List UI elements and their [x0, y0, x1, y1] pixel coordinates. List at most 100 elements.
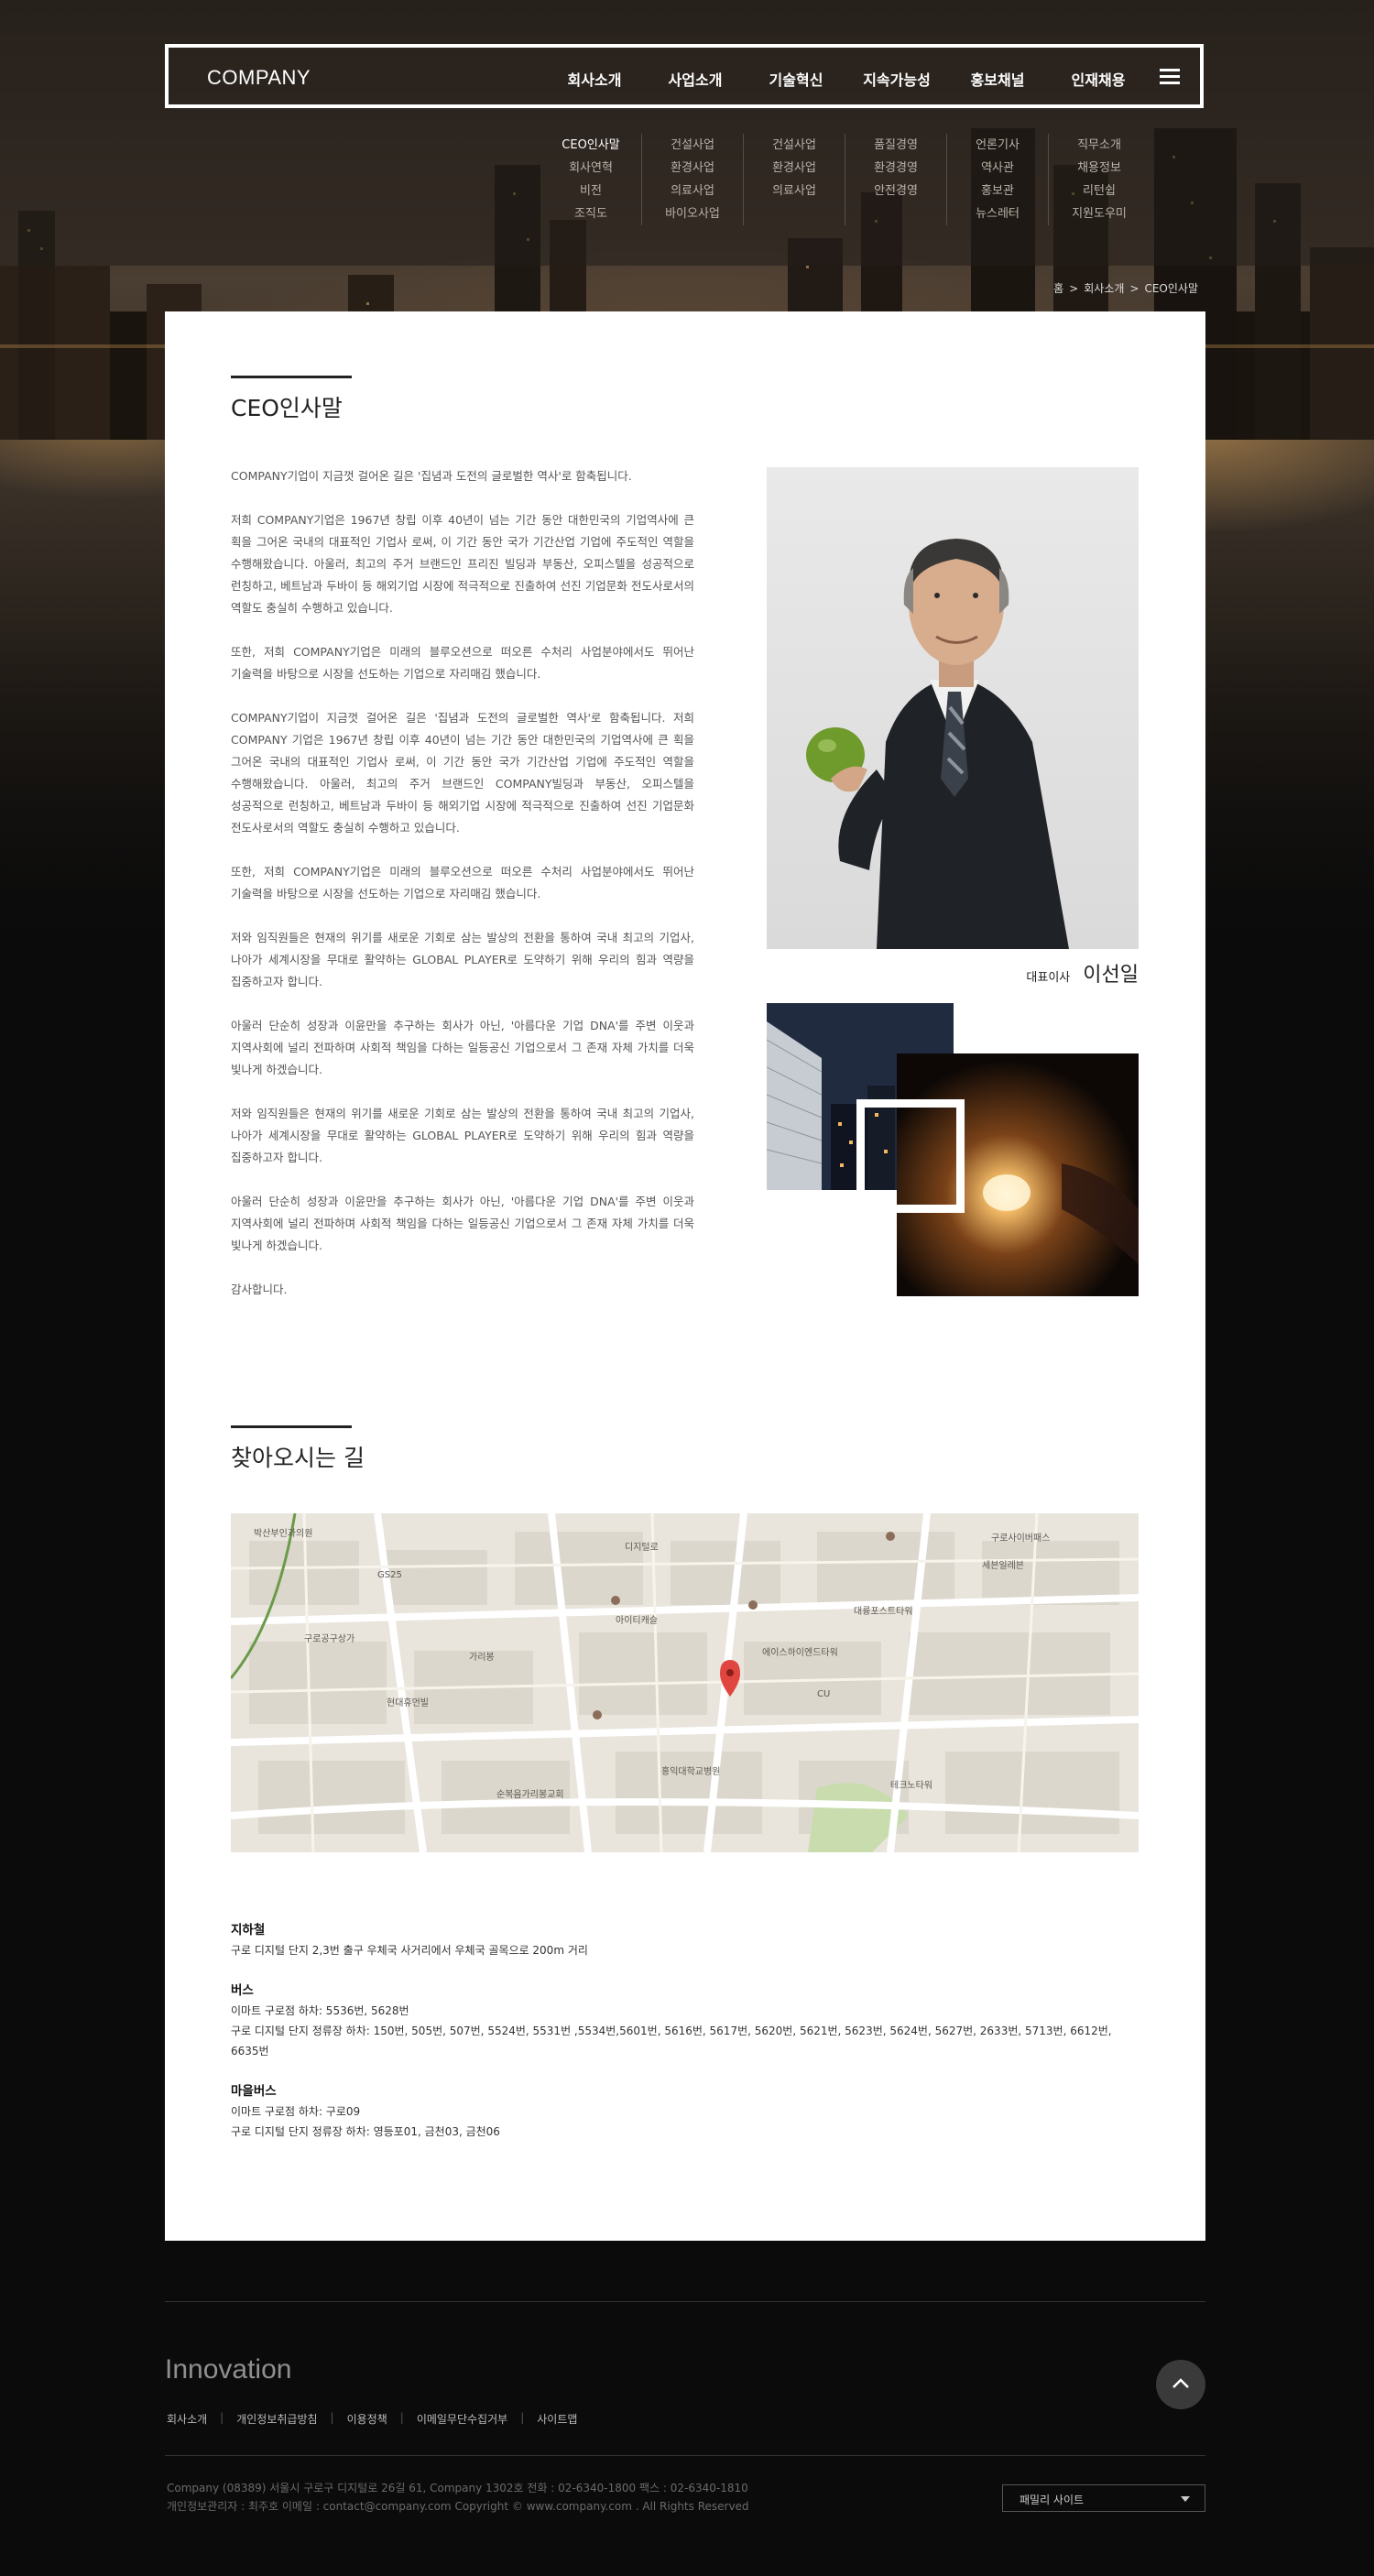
- directions: 지하철 구로 디지털 단지 2,3번 출구 우체국 사거리에서 우체국 골목으로…: [231, 1920, 1139, 2162]
- map-label: 디지털로: [625, 1542, 659, 1553]
- submenu-item[interactable]: 역사관: [947, 157, 1048, 180]
- submenu-item[interactable]: 비전: [540, 180, 641, 202]
- map-label: 아이티캐슬: [616, 1615, 658, 1626]
- footer-link-privacy[interactable]: 개인정보취급방침: [236, 2411, 317, 2427]
- submenu-column-careers: 직무소개 채용정보 리턴쉽 지원도우미: [1048, 134, 1150, 225]
- submenu-item[interactable]: 직무소개: [1049, 134, 1150, 157]
- nav-item-business[interactable]: 사업소개: [645, 68, 746, 90]
- map-label: 세븐일레븐: [982, 1560, 1024, 1571]
- nav-item-sustainability[interactable]: 지속가능성: [846, 68, 947, 90]
- submenu-item[interactable]: 안전경영: [845, 180, 946, 202]
- submenu-item-ceo-greeting[interactable]: CEO인사말: [540, 134, 641, 157]
- footer-logo[interactable]: Innovation: [165, 2354, 291, 2385]
- ceo-portrait-illustration: [806, 539, 1069, 949]
- site-header: COMPANY 회사소개 사업소개 기술혁신 지속가능성 홍보채널 인재채용: [165, 44, 1204, 108]
- footer-company-info: Company (08389) 서울시 구로구 디지털로 26길 61, Com…: [167, 2479, 749, 2516]
- submenu-item[interactable]: 채용정보: [1049, 157, 1150, 180]
- subway-text: 구로 디지털 단지 2,3번 출구 우체국 사거리에서 우체국 골목으로 200…: [231, 1944, 588, 1957]
- bus-text: 이마트 구로점 하차: 5536번, 5628번: [231, 2004, 409, 2017]
- footer-address: Company (08389) 서울시 구로구 디지털로 26길 61, Com…: [167, 2482, 748, 2494]
- location-map[interactable]: 박산부인과의원 구로사이버패스 에이스하이엔드타워 아이티캐슬 대륭포스트타워 …: [231, 1513, 1139, 1852]
- bus-text: 구로 디지털 단지 정류장 하차: 150번, 505번, 507번, 5524…: [231, 2025, 1112, 2058]
- submenu-item[interactable]: 뉴스레터: [947, 202, 1048, 225]
- greeting-paragraph: COMPANY기업이 지금껏 걸어온 길은 '집념과 도전의 글로벌한 역사'로…: [231, 469, 632, 483]
- village-bus-text: 이마트 구로점 하차: 구로09: [231, 2105, 361, 2118]
- map-label: 구로사이버패스: [991, 1533, 1050, 1544]
- page-title: CEO인사말: [231, 395, 343, 421]
- submenu-column-pr: 언론기사 역사관 홍보관 뉴스레터: [946, 134, 1048, 225]
- link-separator: |: [330, 2411, 334, 2424]
- breadcrumb-home[interactable]: 홈: [1053, 282, 1063, 295]
- bus-heading: 버스: [231, 1983, 254, 1998]
- link-separator: |: [520, 2411, 525, 2424]
- submenu-item[interactable]: 리턴쉽: [1049, 180, 1150, 202]
- submenu-item[interactable]: 품질경영: [845, 134, 946, 157]
- image-frame-decoration: [856, 1099, 965, 1213]
- breadcrumb-current: CEO인사말: [1144, 282, 1198, 295]
- map-image: 박산부인과의원 구로사이버패스 에이스하이엔드타워 아이티캐슬 대륭포스트타워 …: [231, 1513, 1139, 1852]
- submenu-item[interactable]: 건설사업: [744, 134, 845, 157]
- hamburger-menu-icon[interactable]: [1160, 69, 1180, 84]
- submenu-item[interactable]: 환경경영: [845, 157, 946, 180]
- directions-subway: 지하철 구로 디지털 단지 2,3번 출구 우체국 사거리에서 우체국 골목으로…: [231, 1920, 1139, 1960]
- content-panel: CEO인사말 COMPANY기업이 지금껏 걸어온 길은 '집념과 도전의 글로…: [165, 311, 1205, 2241]
- ceo-portrait-image: [767, 467, 1139, 949]
- submenu-item[interactable]: 언론기사: [947, 134, 1048, 157]
- map-label: 에이스하이엔드타워: [762, 1646, 838, 1658]
- link-separator: |: [220, 2411, 224, 2424]
- footer-link-about[interactable]: 회사소개: [167, 2411, 207, 2427]
- main-navigation: 회사소개 사업소개 기술혁신 지속가능성 홍보채널 인재채용: [544, 68, 1149, 90]
- ceo-caption: 대표이사 이선일: [1026, 958, 1139, 988]
- ceo-name: 이선일: [1083, 964, 1139, 987]
- nav-item-about[interactable]: 회사소개: [544, 68, 645, 90]
- title-rule: [231, 376, 352, 378]
- submenu-item[interactable]: 홍보관: [947, 180, 1048, 202]
- nav-item-careers[interactable]: 인재채용: [1048, 68, 1149, 90]
- village-bus-text: 구로 디지털 단지 정류장 하차: 영등포01, 금천03, 금천06: [231, 2125, 500, 2138]
- submenu-column-technology: 건설사업 환경사업 의료사업: [743, 134, 845, 225]
- submenu-item[interactable]: 회사연혁: [540, 157, 641, 180]
- submenu-column-about: CEO인사말 회사연혁 비전 조직도: [540, 134, 641, 225]
- submenu-item[interactable]: 환경사업: [744, 157, 845, 180]
- link-separator: |: [399, 2411, 404, 2424]
- submenu-item[interactable]: 지원도우미: [1049, 202, 1150, 225]
- family-site-label: 패밀리 사이트: [1020, 2494, 1085, 2506]
- map-label: 홍익대학교병원: [661, 1765, 720, 1777]
- footer-divider: [165, 2455, 1205, 2456]
- chevron-up-icon: [1172, 2378, 1189, 2388]
- scroll-top-button[interactable]: [1156, 2360, 1205, 2409]
- map-label: GS25: [377, 1570, 402, 1580]
- greeting-paragraph: 저와 임직원들은 현재의 위기를 새로운 기회로 삼는 발상의 전환을 통하여 …: [231, 1107, 694, 1164]
- ceo-role: 대표이사: [1026, 971, 1071, 985]
- greeting-paragraph: 아울러 단순히 성장과 이윤만을 추구하는 회사가 아닌, '아름다운 기업 D…: [231, 1019, 694, 1076]
- greeting-paragraph: 저희 COMPANY기업은 1967년 창립 이후 40년이 넘는 기간 동안 …: [231, 513, 694, 615]
- submenu-item[interactable]: 환경사업: [642, 157, 743, 180]
- family-site-select[interactable]: 패밀리 사이트: [1002, 2484, 1205, 2512]
- submenu-item[interactable]: 조직도: [540, 202, 641, 225]
- village-bus-heading: 마을버스: [231, 2084, 277, 2099]
- footer-link-policy[interactable]: 이용정책: [347, 2411, 387, 2427]
- map-label: 테크노타워: [890, 1779, 932, 1791]
- map-label: 현대휴먼빌: [387, 1697, 429, 1708]
- map-label: 순복음가리봉교회: [496, 1789, 564, 1800]
- greeting-paragraph: 저와 임직원들은 현재의 위기를 새로운 기회로 삼는 발상의 전환을 통하여 …: [231, 931, 694, 988]
- nav-item-pr[interactable]: 홍보채널: [947, 68, 1048, 90]
- chevron-down-icon: [1181, 2496, 1190, 2502]
- map-label: CU: [817, 1689, 830, 1699]
- location-title: 찾아오시는 길: [231, 1445, 365, 1471]
- submenu-column-sustainability: 품질경영 환경경영 안전경영: [845, 134, 946, 225]
- company-logo[interactable]: COMPANY: [207, 66, 311, 90]
- footer-link-email-refusal[interactable]: 이메일무단수집거부: [417, 2411, 507, 2427]
- greeting-paragraph: 또한, 저희 COMPANY기업은 미래의 블루오션으로 떠오른 수처리 사업분…: [231, 645, 694, 681]
- nav-item-technology[interactable]: 기술혁신: [746, 68, 846, 90]
- submenu-item[interactable]: 의료사업: [744, 180, 845, 202]
- footer-copyright: 개인정보관리자 : 최주호 이메일 : contact@company.com …: [167, 2500, 749, 2513]
- submenu-item[interactable]: 건설사업: [642, 134, 743, 157]
- submenu-column-business: 건설사업 환경사업 의료사업 바이오사업: [641, 134, 743, 225]
- greeting-paragraph: 아울러 단순히 성장과 이윤만을 추구하는 회사가 아닌, '아름다운 기업 D…: [231, 1195, 694, 1252]
- submenu-item[interactable]: 바이오사업: [642, 202, 743, 225]
- submenu-item[interactable]: 의료사업: [642, 180, 743, 202]
- breadcrumb-section[interactable]: 회사소개: [1084, 282, 1124, 295]
- title-rule: [231, 1425, 352, 1428]
- footer-link-sitemap[interactable]: 사이트맵: [537, 2411, 577, 2427]
